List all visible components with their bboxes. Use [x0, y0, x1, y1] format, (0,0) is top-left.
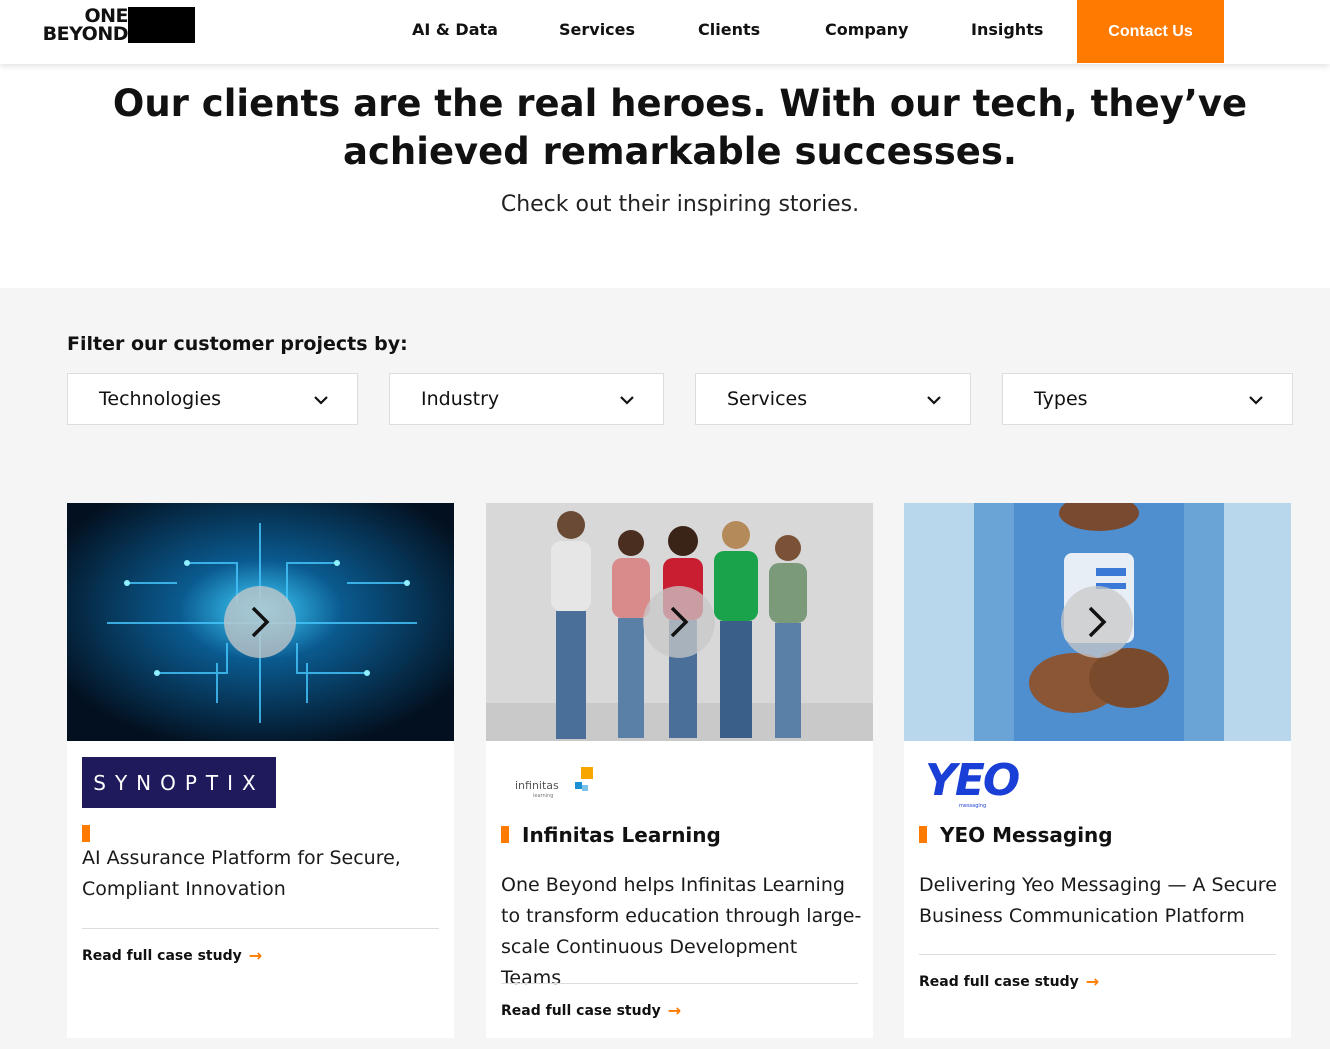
infinitas-logo-text: infinitas	[515, 779, 559, 792]
filter-technologies-label: Technologies	[99, 388, 222, 410]
chevron-down-icon	[620, 396, 634, 405]
read-case-study-label: Read full case study	[919, 973, 1079, 990]
filter-services-dropdown[interactable]: Services	[695, 373, 971, 425]
card-title: Infinitas Learning	[522, 823, 721, 847]
card-description: Delivering Yeo Messaging — A Secure Busi…	[919, 874, 1277, 927]
orange-accent-bar	[501, 826, 509, 843]
logo-line-two: BEYOND	[42, 23, 129, 45]
case-study-card-synoptix[interactable]: SYNOPTIX AI Assurance Platform for Secur…	[67, 503, 454, 1038]
nav-company[interactable]: Company	[825, 20, 908, 39]
orange-accent-bar	[82, 825, 90, 842]
read-case-study-link[interactable]: Read full case study →	[919, 972, 1099, 991]
site-header: ONE BEYOND AI & Data Services Clients Co…	[0, 0, 1330, 64]
one-beyond-logo[interactable]: ONE BEYOND	[34, 7, 196, 45]
read-case-study-label: Read full case study	[501, 1002, 661, 1019]
filter-types-label: Types	[1034, 388, 1088, 410]
arrow-right-icon: →	[248, 946, 263, 965]
infinitas-logo-subtext: learning	[533, 793, 554, 799]
nav-insights[interactable]: Insights	[971, 20, 1043, 39]
case-study-card-yeo[interactable]: YEO messaging YEO Messaging Delivering Y…	[904, 503, 1291, 1038]
orange-accent-bar	[919, 826, 927, 843]
filter-industry-dropdown[interactable]: Industry	[389, 373, 664, 425]
logo-wordmark: ONE BEYOND	[34, 7, 129, 45]
logo-black-block	[128, 7, 195, 43]
chevron-down-icon	[1249, 396, 1263, 405]
nav-ai-data[interactable]: AI & Data	[412, 20, 498, 39]
phone-user-image[interactable]	[904, 503, 1291, 741]
card-description: One Beyond helps Infinitas Learning to t…	[501, 874, 862, 989]
yeo-logo: YEO messaging	[925, 755, 1020, 811]
case-study-card-infinitas[interactable]: infinitas learning Infinitas Learning On…	[486, 503, 873, 1038]
card-description: AI Assurance Platform for Secure, Compli…	[82, 847, 401, 900]
hero-section: Our clients are the real heroes. With ou…	[0, 64, 1330, 288]
filter-industry-label: Industry	[421, 388, 500, 410]
yeo-logo-subtext: messaging	[959, 803, 987, 809]
card-divider	[501, 983, 858, 984]
chevron-right-icon	[670, 606, 689, 638]
arrow-right-icon: →	[1085, 972, 1100, 991]
logo-square-lightblue	[582, 785, 588, 791]
play-button[interactable]	[224, 586, 296, 658]
card-divider	[919, 954, 1276, 955]
synoptix-logo-text: SYNOPTIX	[93, 770, 265, 795]
play-button[interactable]	[1061, 586, 1133, 658]
filter-technologies-dropdown[interactable]: Technologies	[67, 373, 358, 425]
read-case-study-link[interactable]: Read full case study →	[82, 946, 262, 965]
filter-types-dropdown[interactable]: Types	[1002, 373, 1293, 425]
circuit-board-image[interactable]	[67, 503, 454, 741]
logo-square-blue	[575, 782, 582, 789]
play-button[interactable]	[643, 586, 715, 658]
hero-title: Our clients are the real heroes. With ou…	[112, 82, 1248, 173]
synoptix-logo: SYNOPTIX	[82, 757, 276, 808]
chevron-right-icon	[1088, 606, 1107, 638]
read-case-study-link[interactable]: Read full case study →	[501, 1001, 681, 1020]
filter-services-label: Services	[727, 388, 808, 410]
read-case-study-label: Read full case study	[82, 947, 242, 964]
contact-us-button[interactable]: Contact Us	[1077, 0, 1224, 63]
nav-services[interactable]: Services	[559, 20, 635, 39]
infinitas-logo: infinitas learning	[515, 765, 605, 805]
card-divider	[82, 928, 439, 929]
card-title: YEO Messaging	[940, 823, 1113, 847]
chevron-down-icon	[927, 396, 941, 405]
chevron-right-icon	[251, 606, 270, 638]
chevron-down-icon	[314, 396, 328, 405]
children-photo-image[interactable]	[486, 503, 873, 741]
nav-clients[interactable]: Clients	[698, 20, 760, 39]
arrow-right-icon: →	[667, 1001, 682, 1020]
logo-square-orange	[581, 767, 593, 779]
hero-subtitle: Check out their inspiring stories.	[500, 192, 860, 217]
filter-label: Filter our customer projects by:	[67, 333, 408, 355]
yeo-logo-text: YEO	[925, 755, 1020, 806]
